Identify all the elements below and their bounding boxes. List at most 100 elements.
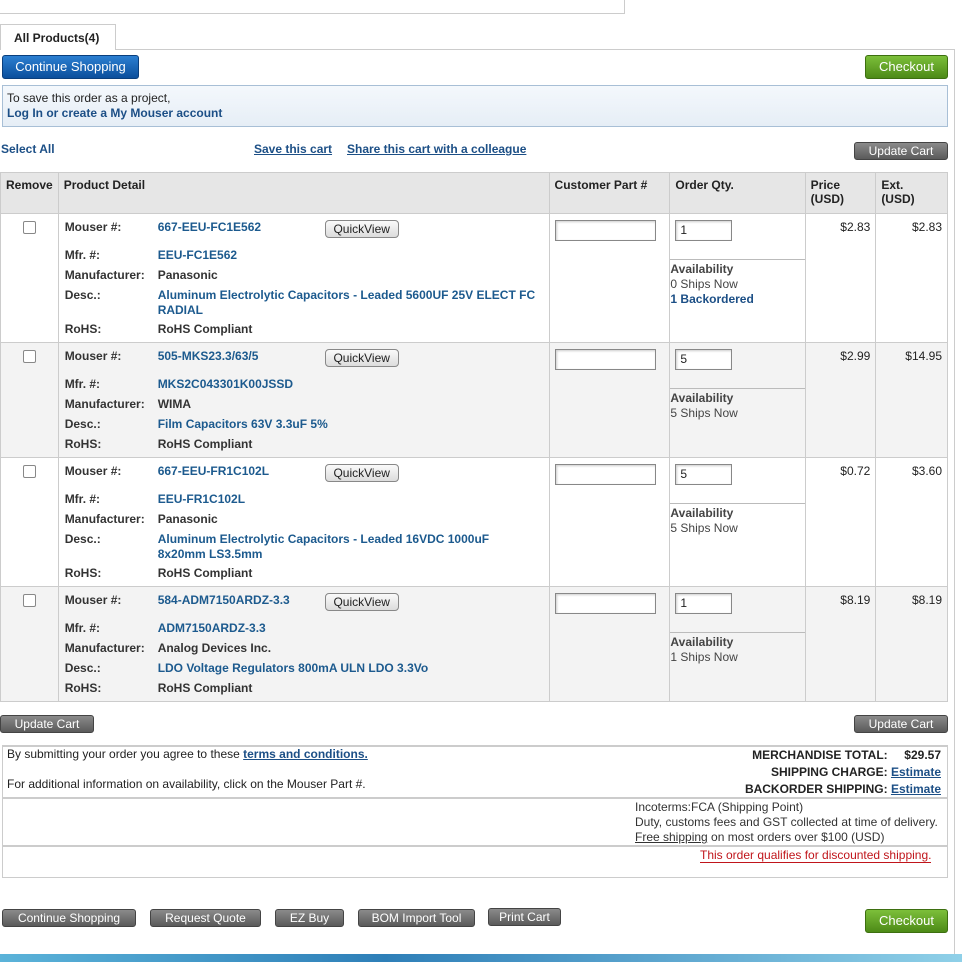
backorder-shipping-label: BACKORDER SHIPPING:: [744, 782, 888, 796]
col-order-qty: Order Qty.: [669, 172, 806, 214]
remove-checkbox[interactable]: [22, 350, 36, 363]
col-price: Price (USD): [804, 172, 877, 214]
product-detail-cell: QuickView Mouser #: 667-EEU-FR1C102L Mfr.…: [57, 457, 550, 587]
manufacturer-value: Analog Devices Inc.: [157, 641, 272, 655]
mfr-part-link[interactable]: EEU-FC1E562: [158, 248, 538, 268]
free-shipping-link[interactable]: Free shipping: [635, 830, 708, 844]
shipping-estimate-link[interactable]: Estimate: [891, 765, 941, 779]
rohs-label: RoHS:: [64, 681, 102, 695]
table-row: QuickView Mouser #: 667-EEU-FC1E562 Mfr. …: [0, 213, 948, 343]
merch-total-row: MERCHANDISE TOTAL: $29.57: [752, 748, 941, 762]
ez-buy-button[interactable]: EZ Buy: [275, 909, 344, 927]
incoterms-text: Incoterms:FCA (Shipping Point) Duty, cus…: [635, 800, 938, 845]
ships-now: 1 Ships Now: [670, 650, 738, 664]
mfr-part-link[interactable]: MKS2C043301K00JSSD: [158, 377, 538, 397]
price-cell: $2.99: [804, 342, 877, 458]
backorder-shipping-row: BACKORDER SHIPPING: Estimate: [745, 782, 941, 796]
mfr-label: Mfr. #:: [64, 621, 101, 635]
checkout-button-bottom[interactable]: Checkout: [865, 909, 948, 933]
incoterms-line1: Incoterms:FCA (Shipping Point): [635, 800, 804, 814]
rohs-value: RoHS Compliant: [157, 322, 253, 336]
cart-table: Remove Product Detail Customer Part # Or…: [0, 172, 948, 702]
customer-part-cell: [548, 586, 671, 702]
quickview-button[interactable]: QuickView: [324, 593, 399, 611]
product-detail-cell: QuickView Mouser #: 584-ADM7150ARDZ-3.3 M…: [57, 586, 550, 702]
print-cart-button[interactable]: Print Cart: [488, 908, 561, 926]
rohs-value: RoHS Compliant: [157, 566, 253, 580]
ships-now: 5 Ships Now: [670, 406, 738, 420]
col-ext-unit: (USD): [881, 192, 915, 206]
customer-part-input[interactable]: [554, 464, 656, 485]
desc-link[interactable]: Aluminum Electrolytic Capacitors - Leade…: [158, 532, 538, 562]
terms-line: By submitting your order you agree to th…: [7, 747, 368, 761]
rohs-value: RoHS Compliant: [157, 437, 253, 451]
availability-label: Availability: [670, 391, 734, 405]
manufacturer-label: Manufacturer:: [64, 397, 145, 411]
remove-checkbox[interactable]: [22, 221, 36, 234]
mfr-part-link[interactable]: EEU-FR1C102L: [158, 492, 538, 512]
remove-checkbox[interactable]: [22, 465, 36, 478]
qty-input[interactable]: 5: [675, 464, 733, 485]
quickview-button[interactable]: QuickView: [324, 464, 399, 482]
save-project-notice: To save this order as a project, Log In …: [2, 85, 948, 127]
share-cart-link[interactable]: Share this cart with a colleague: [347, 142, 526, 156]
ext-cell: $2.83: [875, 213, 948, 343]
select-all-link[interactable]: Select All: [1, 142, 55, 156]
desc-link[interactable]: Film Capacitors 63V 3.3uF 5%: [158, 417, 538, 437]
order-qty-cell: 5 Availability 5 Ships Now: [669, 457, 806, 587]
qty-input[interactable]: 5: [675, 349, 733, 370]
manufacturer-value: WIMA: [157, 397, 192, 411]
backordered-link[interactable]: 1 Backordered: [670, 292, 804, 307]
col-customer-part: Customer Part #: [548, 172, 671, 214]
quickview-button[interactable]: QuickView: [324, 349, 399, 367]
table-row: QuickView Mouser #: 505-MKS23.3/63/5 Mfr.…: [0, 342, 948, 458]
col-remove: Remove: [0, 172, 59, 214]
tab-all-products[interactable]: All Products(4): [0, 24, 116, 50]
product-detail-cell: QuickView Mouser #: 667-EEU-FC1E562 Mfr. …: [57, 213, 550, 343]
availability-note: For additional information on availabili…: [7, 777, 366, 791]
price-cell: $0.72: [804, 457, 877, 587]
customer-part-input[interactable]: [554, 593, 656, 614]
incoterms-line2: Duty, customs fees and GST collected at …: [635, 815, 938, 829]
quickview-button[interactable]: QuickView: [324, 220, 399, 238]
save-cart-link[interactable]: Save this cart: [254, 142, 332, 156]
availability-label: Availability: [670, 635, 734, 649]
remove-checkbox[interactable]: [22, 594, 36, 607]
terms-link[interactable]: terms and conditions.: [243, 747, 368, 761]
login-link[interactable]: Log In or create a My Mouser account: [7, 106, 943, 121]
bom-import-button[interactable]: BOM Import Tool: [358, 909, 475, 927]
mouser-label: Mouser #:: [64, 593, 122, 607]
continue-shopping-button[interactable]: Continue Shopping: [2, 55, 139, 79]
request-quote-button[interactable]: Request Quote: [150, 909, 261, 927]
qty-input[interactable]: 1: [675, 593, 733, 614]
ext-cell: $3.60: [875, 457, 948, 587]
order-qty-cell: 1 Availability 0 Ships Now 1 Backordered: [669, 213, 806, 343]
rohs-label: RoHS:: [64, 322, 102, 336]
manufacturer-label: Manufacturer:: [64, 268, 145, 282]
mouser-label: Mouser #:: [64, 464, 122, 478]
save-project-text: To save this order as a project,: [7, 91, 171, 105]
desc-link[interactable]: Aluminum Electrolytic Capacitors - Leade…: [158, 288, 538, 318]
checkout-button[interactable]: Checkout: [865, 55, 948, 79]
shipping-charge-label: SHIPPING CHARGE:: [770, 765, 888, 779]
update-cart-button-right[interactable]: Update Cart: [854, 715, 948, 733]
update-cart-button-left[interactable]: Update Cart: [0, 715, 94, 733]
mfr-part-link[interactable]: ADM7150ARDZ-3.3: [158, 621, 538, 641]
ext-cell: $8.19: [875, 586, 948, 702]
desc-link[interactable]: LDO Voltage Regulators 800mA ULN LDO 3.3…: [158, 661, 538, 681]
qty-input[interactable]: 1: [675, 220, 733, 241]
mfr-label: Mfr. #:: [64, 248, 101, 262]
cart-header-row: Remove Product Detail Customer Part # Or…: [0, 172, 948, 214]
backorder-estimate-link[interactable]: Estimate: [891, 782, 941, 796]
remove-cell: [0, 586, 59, 702]
rohs-label: RoHS:: [64, 566, 102, 580]
merch-total-label: MERCHANDISE TOTAL:: [752, 748, 888, 762]
customer-part-input[interactable]: [554, 349, 656, 370]
update-cart-button-top[interactable]: Update Cart: [854, 142, 948, 160]
customer-part-input[interactable]: [554, 220, 656, 241]
continue-shopping-button-bottom[interactable]: Continue Shopping: [2, 909, 136, 927]
discount-notice: This order qualifies for discounted ship…: [700, 848, 932, 863]
product-detail-cell: QuickView Mouser #: 505-MKS23.3/63/5 Mfr.…: [57, 342, 550, 458]
terms-prefix: By submitting your order you agree to th…: [7, 747, 240, 761]
free-shipping-rest: on most orders over $100 (USD): [707, 830, 885, 844]
